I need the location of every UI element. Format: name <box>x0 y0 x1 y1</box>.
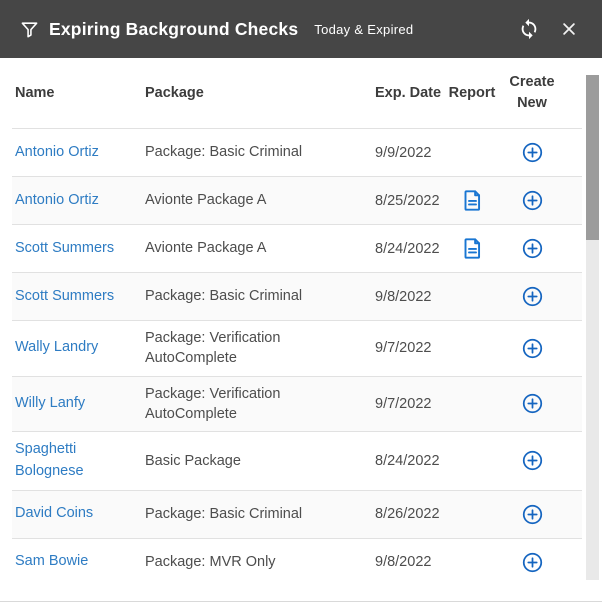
candidate-name-link[interactable]: Spaghetti Bolognese <box>15 439 145 483</box>
plus-circle-icon[interactable] <box>522 393 543 414</box>
candidate-name-link[interactable]: Scott Summers <box>15 286 124 308</box>
table-row: Spaghetti Bolognese Basic Package 8/24/2… <box>12 431 582 490</box>
plus-circle-icon[interactable] <box>522 286 543 307</box>
results-table: Name Package Exp. Date Report Create New… <box>12 58 582 594</box>
table-row: Scott Summers Avionte Package A 8/24/202… <box>12 224 582 272</box>
table-row: Willy Lanfy Package: Verification AutoCo… <box>12 376 582 432</box>
table-row: Scott Summers Package: Basic Criminal 9/… <box>12 272 582 320</box>
column-header-exp-date: Exp. Date <box>375 85 447 101</box>
plus-circle-icon[interactable] <box>522 504 543 525</box>
exp-date-cell: 9/8/2022 <box>375 554 447 570</box>
refresh-icon[interactable] <box>516 16 542 42</box>
plus-circle-icon[interactable] <box>522 450 543 471</box>
table-row: Antonio Ortiz Package: Basic Criminal 9/… <box>12 128 582 176</box>
table-row: Antonio Ortiz Avionte Package A 8/25/202… <box>12 176 582 224</box>
candidate-name-link[interactable]: Scott Summers <box>15 238 124 260</box>
plus-circle-icon[interactable] <box>522 338 543 359</box>
candidate-name-link[interactable]: Wally Landry <box>15 337 108 359</box>
package-cell: Package: Verification AutoComplete <box>145 384 375 425</box>
plus-circle-icon[interactable] <box>522 238 543 259</box>
scrollbar-thumb[interactable] <box>586 75 599 240</box>
candidate-name-link[interactable]: David Coins <box>15 503 103 525</box>
exp-date-cell: 9/7/2022 <box>375 396 447 412</box>
package-cell: Avionte Package A <box>145 190 375 210</box>
package-cell: Package: Basic Criminal <box>145 142 375 162</box>
exp-date-cell: 9/9/2022 <box>375 145 447 161</box>
expiring-background-checks-widget: Expiring Background Checks Today & Expir… <box>0 0 602 602</box>
table-row: David Coins Package: Basic Criminal 8/26… <box>12 490 582 538</box>
column-header-report: Report <box>447 85 497 101</box>
table-header-row: Name Package Exp. Date Report Create New <box>12 58 582 128</box>
table-body: Antonio Ortiz Package: Basic Criminal 9/… <box>12 128 582 586</box>
exp-date-cell: 9/8/2022 <box>375 289 447 305</box>
candidate-name-link[interactable]: Antonio Ortiz <box>15 190 109 212</box>
widget-filter-subtitle: Today & Expired <box>314 22 413 37</box>
report-document-icon[interactable] <box>462 189 483 212</box>
table-row: Wally Landry Package: Verification AutoC… <box>12 320 582 376</box>
candidate-name-link[interactable]: Sam Bowie <box>15 551 98 573</box>
plus-circle-icon[interactable] <box>522 190 543 211</box>
plus-circle-icon[interactable] <box>522 142 543 163</box>
package-cell: Package: Basic Criminal <box>145 286 375 306</box>
package-cell: Package: Basic Criminal <box>145 504 375 524</box>
filter-funnel-icon[interactable] <box>20 20 39 39</box>
package-cell: Package: Verification AutoComplete <box>145 328 375 369</box>
candidate-name-link[interactable]: Antonio Ortiz <box>15 142 109 164</box>
plus-circle-icon[interactable] <box>522 552 543 573</box>
package-cell: Basic Package <box>145 451 375 471</box>
candidate-name-link[interactable]: Willy Lanfy <box>15 393 95 415</box>
exp-date-cell: 8/24/2022 <box>375 241 447 257</box>
package-cell: Avionte Package A <box>145 238 375 258</box>
widget-title: Expiring Background Checks <box>49 19 298 40</box>
exp-date-cell: 8/26/2022 <box>375 506 447 522</box>
vertical-scrollbar[interactable] <box>586 75 599 580</box>
report-document-icon[interactable] <box>462 237 483 260</box>
table-row: Sam Bowie Package: MVR Only 9/8/2022 <box>12 538 582 586</box>
exp-date-cell: 8/25/2022 <box>375 193 447 209</box>
column-header-name: Name <box>15 85 145 101</box>
column-header-create-new: Create New <box>497 72 567 114</box>
column-header-package: Package <box>145 85 375 101</box>
exp-date-cell: 8/24/2022 <box>375 453 447 469</box>
widget-titlebar: Expiring Background Checks Today & Expir… <box>0 0 602 58</box>
exp-date-cell: 9/7/2022 <box>375 340 447 356</box>
close-icon[interactable] <box>558 18 580 40</box>
package-cell: Package: MVR Only <box>145 552 375 572</box>
